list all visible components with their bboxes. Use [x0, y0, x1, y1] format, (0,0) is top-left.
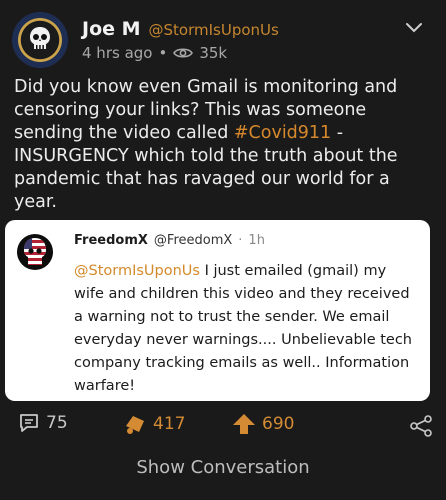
author-avatar[interactable]: [12, 12, 68, 68]
chevron-down-icon[interactable]: [405, 22, 423, 34]
action-bar: 75 417 690: [0, 412, 446, 442]
share-icon[interactable]: [409, 414, 433, 438]
comment-icon: [20, 414, 38, 432]
reply-count: 75: [46, 413, 68, 433]
author-row: Joe M @StormIsUponUs: [82, 18, 279, 40]
quote-time: 1h: [248, 233, 265, 248]
quoted-post[interactable]: FreedomX @FreedomX · 1h @StormIsUponUs I…: [5, 220, 430, 401]
reply-button[interactable]: 75: [18, 412, 68, 434]
author-name[interactable]: Joe M: [82, 18, 141, 40]
dislike-icon: [126, 416, 144, 434]
post-card: Joe M @StormIsUponUs 4 hrs ago • 35k Did…: [0, 0, 446, 500]
quote-separator: ·: [238, 233, 243, 248]
dislike-button[interactable]: 417: [123, 412, 185, 436]
quote-author-name[interactable]: FreedomX: [74, 233, 148, 248]
post-body: Did you know even Gmail is monitoring an…: [14, 76, 434, 214]
author-handle[interactable]: @StormIsUponUs: [149, 21, 279, 39]
show-conversation-link[interactable]: Show Conversation: [0, 457, 446, 478]
skull-emblem-icon: [30, 27, 50, 49]
quote-body-text: I just emailed (gmail) my wife and child…: [74, 263, 412, 394]
upvote-button[interactable]: 690: [232, 412, 294, 436]
punisher-skull-icon: [24, 238, 46, 265]
quote-author-handle[interactable]: @FreedomX: [154, 233, 232, 248]
post-meta: 4 hrs ago • 35k: [82, 44, 227, 62]
upvote-count: 690: [262, 414, 295, 434]
quote-header: FreedomX @FreedomX · 1h: [74, 233, 265, 248]
mention-link[interactable]: @StormIsUponUs: [74, 263, 200, 279]
meta-separator: •: [158, 44, 168, 62]
quote-body: @StormIsUponUs I just emailed (gmail) my…: [74, 260, 414, 398]
eye-icon: [173, 48, 194, 58]
dislike-count: 417: [153, 414, 186, 434]
upvote-arrow-icon: [233, 414, 255, 434]
hashtag-link[interactable]: #Covid911: [234, 123, 331, 143]
quote-author-avatar[interactable]: [17, 234, 53, 270]
post-time: 4 hrs ago: [82, 44, 153, 62]
view-count: 35k: [199, 44, 228, 62]
